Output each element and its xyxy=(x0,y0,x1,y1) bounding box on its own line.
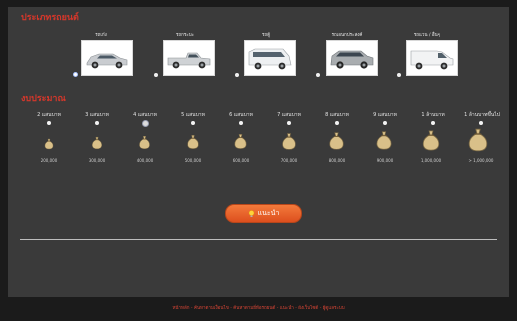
budget-amount-700k: 700,000 xyxy=(280,158,298,163)
budget-label-900k: 9 แสนบาท xyxy=(373,112,397,118)
recommend-button[interactable]: แนะนำ xyxy=(225,204,302,223)
money-bag-icon xyxy=(468,128,488,152)
budget-label-over-1m: 1 ล้านบาทขึ้นไป xyxy=(464,112,500,118)
budget-amount-400k: 400,000 xyxy=(136,158,154,163)
budget-radio-400k[interactable] xyxy=(142,120,149,127)
budget-label-700k: 7 แสนบาท xyxy=(277,112,301,118)
budget-radio-1m[interactable] xyxy=(431,121,435,125)
budget-amount-over-1m: > 1,000,000 xyxy=(468,158,494,163)
vehicle-radio-mpv[interactable] xyxy=(316,73,320,77)
vehicle-label-cargo-van: รถแวน / อื่นๆ xyxy=(413,33,441,38)
vehicle-label-van: รถตู้ xyxy=(261,33,271,38)
budget-amount-800k: 800,000 xyxy=(328,158,346,163)
money-bag-icon xyxy=(422,130,440,151)
budget-label-200k: 2 แสนบาท xyxy=(37,112,61,118)
money-bag-icon xyxy=(139,136,150,150)
money-bag-icon xyxy=(234,134,247,149)
budget-amount-300k: 300,000 xyxy=(88,158,106,163)
budget-label-800k: 8 แสนบาท xyxy=(325,112,349,118)
mpv-suv-image[interactable] xyxy=(326,40,378,76)
footer-nav[interactable]: หน้าหลัก - ค้นหาตามเงื่อนไข - ค้นหาตามยี… xyxy=(0,304,517,311)
vehicle-radio-cargo-van[interactable] xyxy=(397,73,401,77)
budget-radio-800k[interactable] xyxy=(335,121,339,125)
budget-radio-200k[interactable] xyxy=(47,121,51,125)
money-bag-icon xyxy=(282,133,296,150)
lightbulb-icon xyxy=(248,209,254,217)
vehicle-label-pickup: รถกระบะ xyxy=(176,33,194,38)
recommend-button-label: แนะนำ xyxy=(257,209,280,217)
money-bag-icon xyxy=(187,135,199,149)
money-bag-icon xyxy=(92,136,102,150)
passenger-van-image[interactable] xyxy=(244,40,296,76)
budget-label-1m: 1 ล้านบาท xyxy=(421,112,445,118)
sedan-car-image[interactable] xyxy=(81,40,133,76)
money-bag-icon xyxy=(44,138,54,150)
budget-amount-500k: 500,000 xyxy=(184,158,202,163)
pickup-truck-image[interactable] xyxy=(163,40,215,76)
budget-radio-700k[interactable] xyxy=(287,121,291,125)
budget-radio-over-1m[interactable] xyxy=(479,121,483,125)
budget-amount-1m: 1,000,000 xyxy=(420,158,442,163)
budget-radio-300k[interactable] xyxy=(95,121,99,125)
budget-radio-600k[interactable] xyxy=(239,121,243,125)
budget-radio-500k[interactable] xyxy=(191,121,195,125)
vehicle-radio-sedan[interactable] xyxy=(73,72,78,77)
cargo-van-image[interactable] xyxy=(406,40,458,76)
money-bag-icon xyxy=(376,131,392,150)
budget-amount-600k: 600,000 xyxy=(232,158,250,163)
vehicle-radio-van[interactable] xyxy=(235,73,239,77)
budget-label-600k: 6 แสนบาท xyxy=(229,112,253,118)
vehicle-type-heading: ประเภทรถยนต์ xyxy=(21,13,79,23)
vehicle-radio-pickup[interactable] xyxy=(154,73,158,77)
vehicle-label-mpv: รถเอนกประสงค์ xyxy=(331,33,363,38)
budget-label-400k: 4 แสนบาท xyxy=(133,112,157,118)
budget-radio-900k[interactable] xyxy=(383,121,387,125)
vehicle-label-sedan: รถเก๋ง xyxy=(95,33,107,38)
budget-label-500k: 5 แสนบาท xyxy=(181,112,205,118)
budget-amount-900k: 900,000 xyxy=(376,158,394,163)
money-bag-icon xyxy=(329,132,344,150)
budget-label-300k: 3 แสนบาท xyxy=(85,112,109,118)
budget-heading: งบประมาณ xyxy=(21,94,66,104)
budget-amount-200k: 200,000 xyxy=(40,158,58,163)
divider xyxy=(20,239,497,240)
